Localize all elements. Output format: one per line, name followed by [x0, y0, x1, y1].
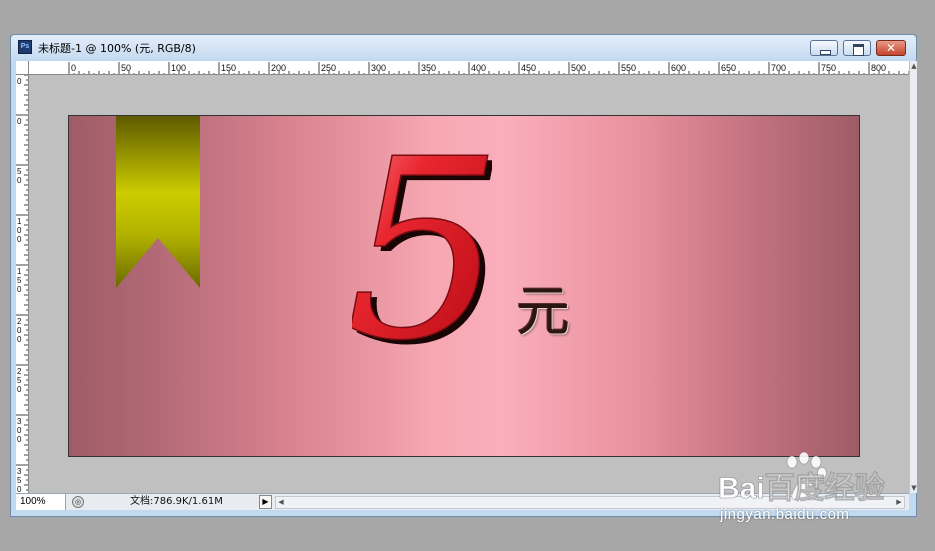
ruler-label: 0: [17, 335, 22, 344]
ruler-label: 750: [821, 63, 836, 73]
ruler-label: 150: [221, 63, 236, 73]
horizontal-ruler-ticks: 0 50 100 150 200 250 300 350 400 450 500 550 600 650 7…: [68, 62, 909, 74]
ruler-label: 350: [421, 63, 436, 73]
play-triangle-icon[interactable]: ▶: [259, 495, 272, 509]
ruler-label: 200: [271, 63, 286, 73]
ruler-label: 0: [17, 226, 22, 235]
maximize-icon: [844, 41, 870, 56]
ruler-label: 1: [17, 217, 22, 226]
ruler-label: 0: [17, 285, 22, 294]
close-button[interactable]: ✕: [876, 40, 906, 56]
zoom-level-field[interactable]: 100%: [16, 494, 66, 510]
ruler-label: 500: [571, 63, 586, 73]
ruler-label: 0: [17, 117, 22, 126]
watermark-brand: Bai百度经验: [718, 471, 885, 505]
minimize-button[interactable]: [810, 40, 838, 56]
ruler-label: 700: [771, 63, 786, 73]
ruler-label: 0: [17, 385, 22, 394]
document-window: Ps 未标题-1 @ 100% (元, RGB/8) ✕ 0 50 100 150 20…: [10, 34, 917, 517]
scroll-up-icon[interactable]: ▲: [910, 61, 918, 71]
ruler-label: 0: [17, 485, 22, 493]
ruler-label: 2: [17, 367, 22, 376]
ruler-label: 1: [17, 267, 22, 276]
title-bar[interactable]: Ps 未标题-1 @ 100% (元, RGB/8) ✕: [11, 35, 916, 59]
ruler-label: 400: [471, 63, 486, 73]
ruler-label: 300: [371, 63, 386, 73]
maximize-button[interactable]: [843, 40, 871, 56]
ruler-label: 3: [17, 467, 22, 476]
ruler-label: 0: [17, 176, 22, 185]
numeral-five-graphic: 5 5: [352, 138, 492, 348]
ruler-origin[interactable]: [16, 61, 29, 75]
ruler-label: 0: [17, 426, 22, 435]
ruler-label: 5: [17, 167, 22, 176]
ruler-label: 5: [17, 376, 22, 385]
ruler-label: 0: [71, 63, 76, 73]
minimize-icon: [811, 41, 837, 55]
window-title: 未标题-1 @ 100% (元, RGB/8): [38, 42, 196, 55]
close-icon: ✕: [885, 41, 897, 55]
status-info-icon[interactable]: ◎: [72, 496, 84, 508]
numeral-five: 5: [352, 138, 492, 348]
vertical-ruler-ticks: 0050100150200250300350: [16, 75, 28, 493]
ruler-label: 2: [17, 317, 22, 326]
ruler-label: 250: [321, 63, 336, 73]
ruler-label: 5: [17, 276, 22, 285]
canvas-workspace[interactable]: 5 5 元: [29, 75, 909, 493]
ruler-label: 0: [17, 77, 22, 86]
ruler-label: 0: [17, 435, 22, 444]
ribbon-bookmark-shape: [116, 116, 200, 288]
ruler-label: 650: [721, 63, 736, 73]
vertical-scrollbar[interactable]: ▲ ▼: [909, 61, 917, 493]
currency-yuan-label: 元: [516, 280, 570, 343]
photoshop-icon: Ps: [18, 40, 32, 54]
watermark-url: jingyan.baidu.com: [720, 506, 850, 523]
ruler-label: 800: [871, 63, 886, 73]
document-size-info: 文档:786.9K/1.61M: [130, 496, 223, 507]
ruler-label: 50: [121, 63, 131, 73]
vertical-ruler[interactable]: 0050100150200250300350: [16, 75, 29, 493]
ruler-label: 0: [17, 235, 22, 244]
ruler-label: 100: [171, 63, 186, 73]
ruler-label: 550: [621, 63, 636, 73]
ruler-label: 0: [17, 326, 22, 335]
horizontal-ruler[interactable]: 0 50 100 150 200 250 300 350 400 450 500 550 600 650 7…: [29, 61, 909, 75]
ruler-label: 3: [17, 417, 22, 426]
ruler-label: 600: [671, 63, 686, 73]
ruler-label: 450: [521, 63, 536, 73]
ruler-label: 5: [17, 476, 22, 485]
scroll-left-icon[interactable]: ◀: [276, 497, 286, 508]
artboard[interactable]: 5 5 元: [68, 115, 860, 457]
